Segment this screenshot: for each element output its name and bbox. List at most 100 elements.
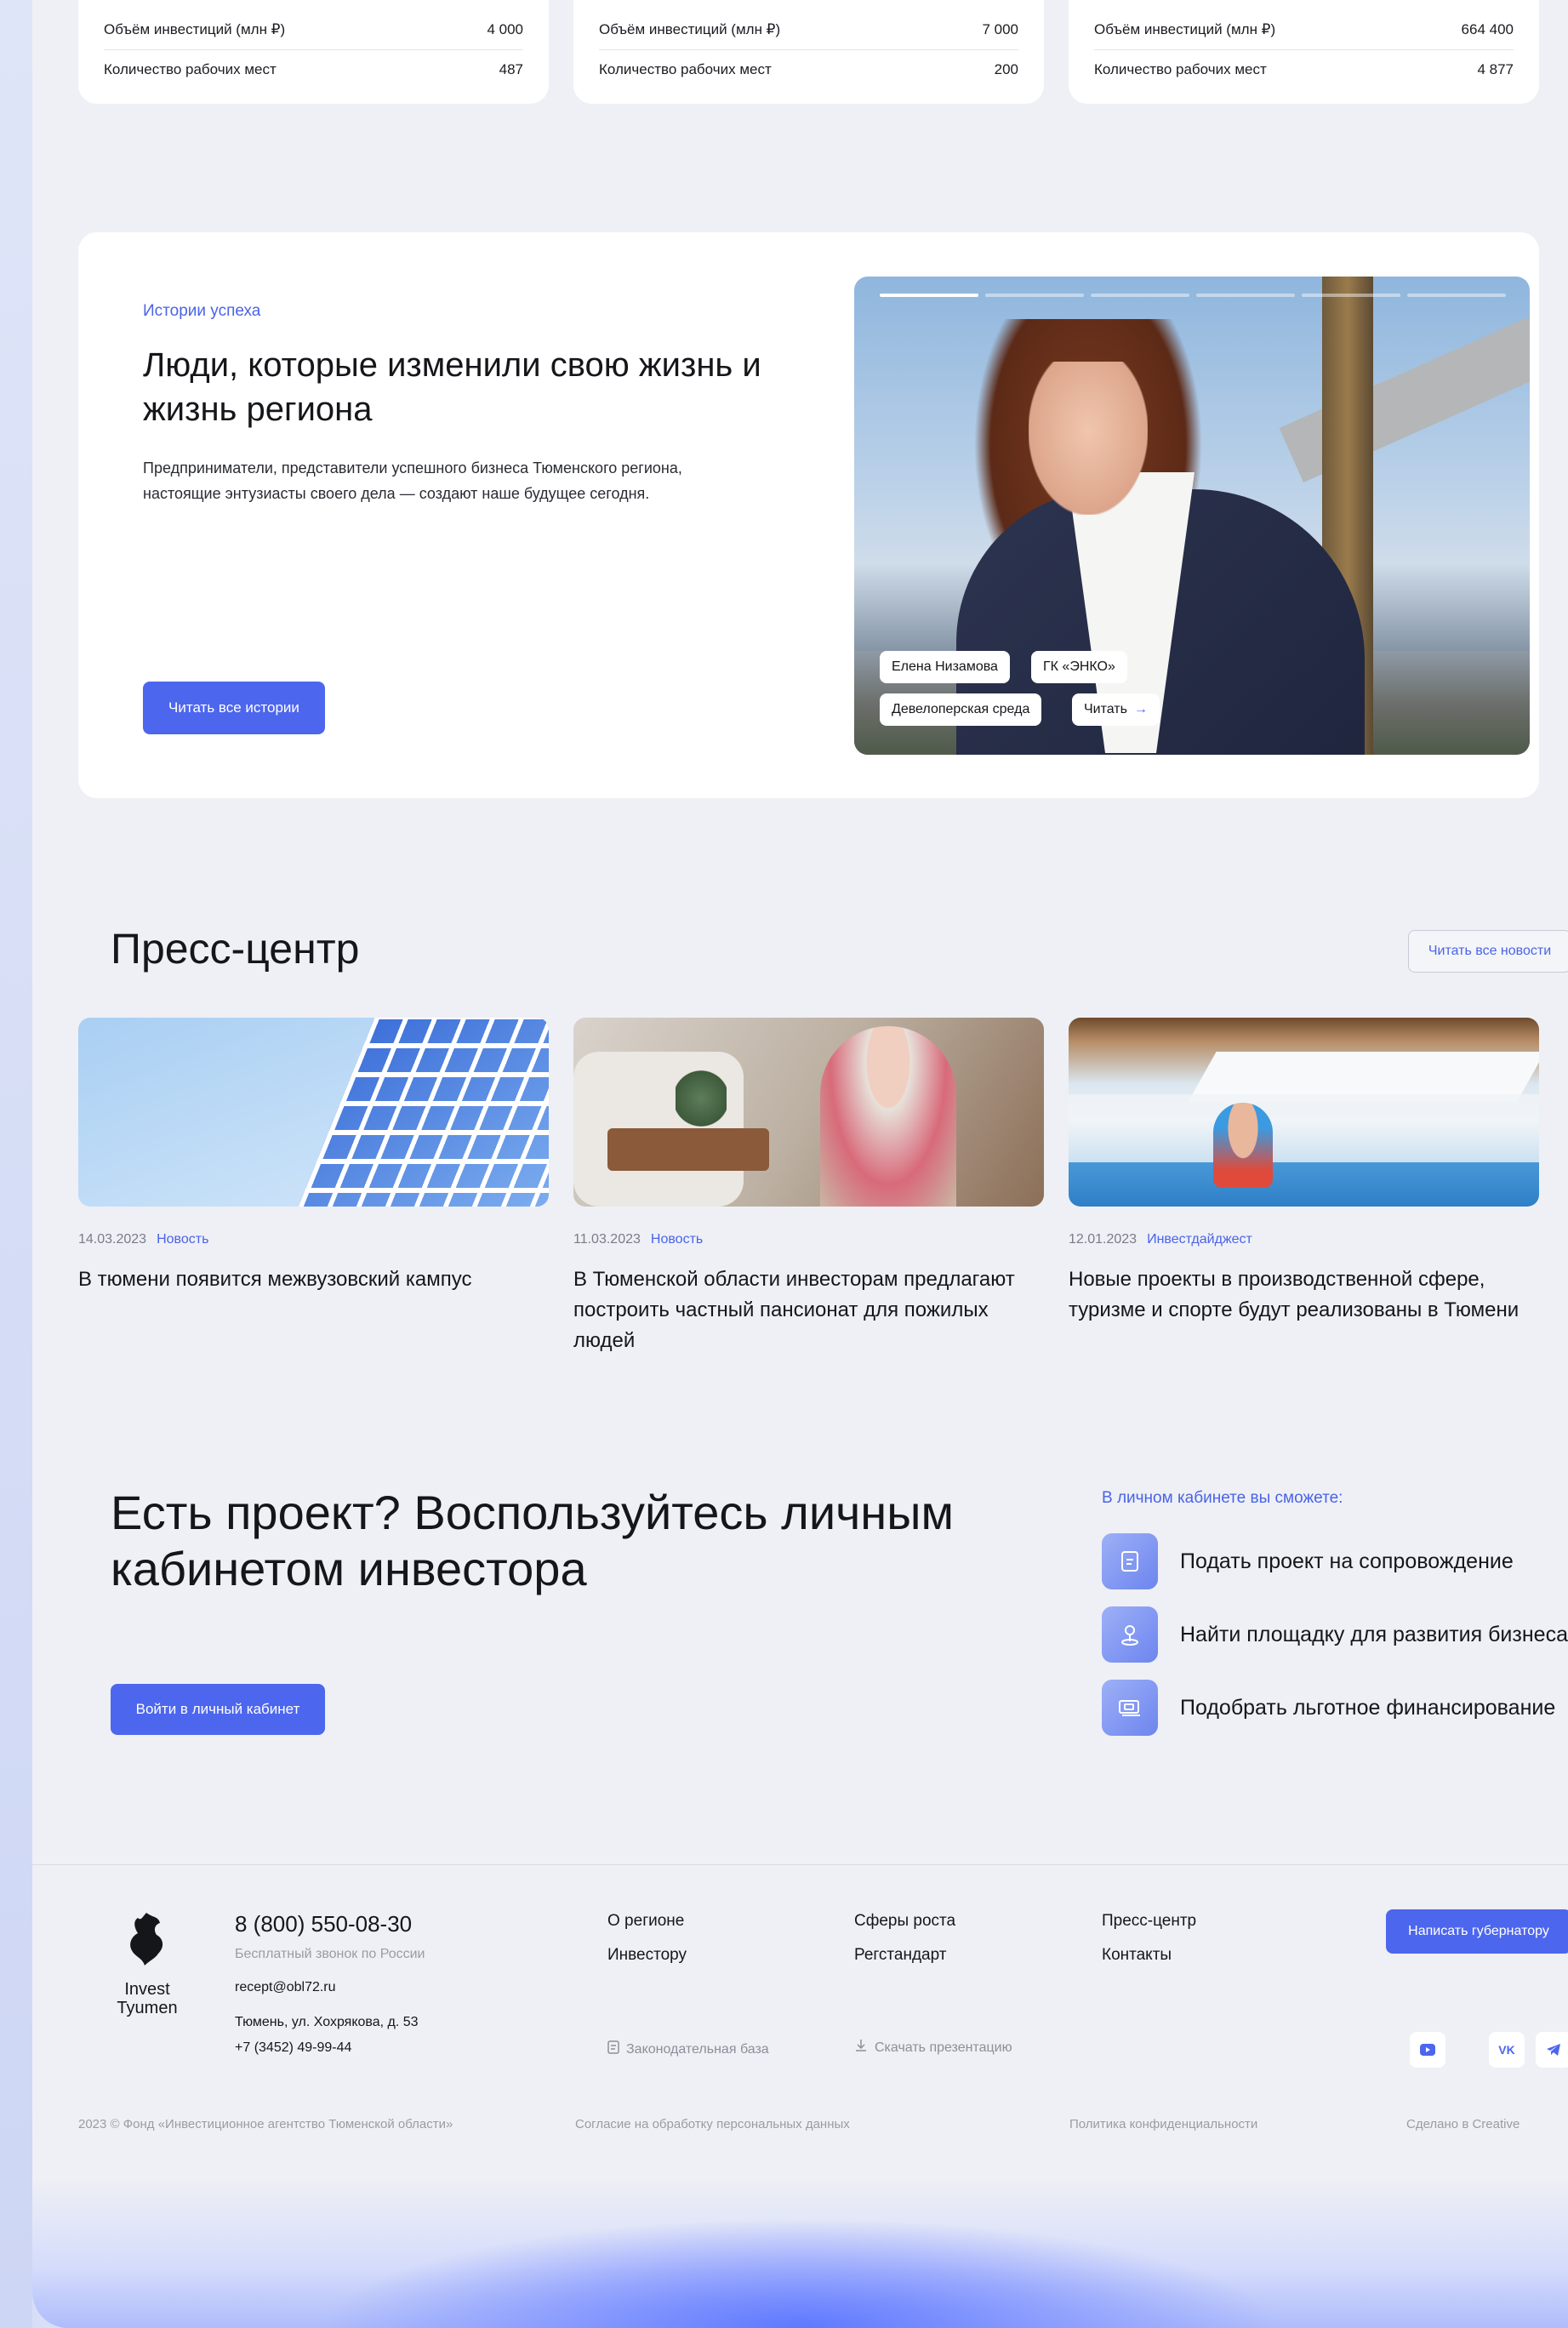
cabinet-feature: Найти площадку для развития бизнеса <box>1102 1606 1568 1663</box>
sector-tag: Девелоперская среда <box>880 693 1042 726</box>
project-stat-card: Объём инвестиций (млн ₽) 664 400 Количес… <box>1069 0 1539 104</box>
logo-line-1: Invest <box>124 1980 170 1999</box>
stat-value: 7 000 <box>982 21 1018 37</box>
news-card[interactable]: 11.03.2023 Новость В Тюменской области ин… <box>573 1018 1044 1356</box>
arrow-right-icon: → <box>1133 702 1148 716</box>
youtube-icon[interactable] <box>1410 2032 1445 2068</box>
document-icon <box>607 2040 619 2058</box>
person-name-tag: Елена Низамова <box>880 651 1010 683</box>
news-date: 11.03.2023 <box>573 1232 641 1247</box>
stat-label: Объём инвестиций (млн ₽) <box>1094 21 1276 37</box>
stat-row: Количество рабочих мест 200 <box>599 49 1018 88</box>
login-cabinet-button[interactable]: Войти в личный кабинет <box>111 1684 325 1735</box>
news-title[interactable]: В Тюменской области инвесторам предлагаю… <box>573 1264 1044 1356</box>
footer-nav-regstandard[interactable]: Регстандарт <box>854 1946 946 1965</box>
success-stories-section: Истории успеха Люди, которые изменили св… <box>78 232 1539 798</box>
location-pin-icon <box>1102 1606 1158 1663</box>
slide-progress-indicator[interactable] <box>1091 294 1189 297</box>
steam-shape <box>1069 1094 1539 1162</box>
page-frame: Объём инвестиций (млн ₽) 4 000 Количеств… <box>32 0 1568 2328</box>
stories-title: Люди, которые изменили свою жизнь и жизн… <box>143 346 761 428</box>
news-card[interactable]: 14.03.2023 Новость В тюмени появится межв… <box>78 1018 549 1295</box>
stat-label: Количество рабочих мест <box>104 60 277 77</box>
cabinet-feature-label: Подать проект на сопровождение <box>1180 1549 1514 1573</box>
press-center-title: Пресс-центр <box>111 925 360 973</box>
logo-line-2: Tyumen <box>117 1999 178 2017</box>
footer-nav-investor[interactable]: Инвестору <box>607 1946 687 1965</box>
made-by-link[interactable]: Сделано в Creative <box>1406 2117 1520 2131</box>
person-face <box>1029 362 1148 515</box>
document-icon <box>1102 1533 1158 1589</box>
download-icon <box>854 2039 868 2057</box>
news-image[interactable] <box>573 1018 1044 1207</box>
news-image[interactable] <box>1069 1018 1539 1207</box>
footer-nav-press-center[interactable]: Пресс-центр <box>1102 1912 1196 1931</box>
news-category[interactable]: Инвестдайджест <box>1147 1232 1252 1247</box>
write-governor-button[interactable]: Написать губернатору <box>1386 1909 1568 1954</box>
legal-base-label: Законодательная база <box>626 2041 769 2057</box>
read-all-news-button[interactable]: Читать все новости <box>1408 930 1568 973</box>
read-all-stories-button[interactable]: Читать все истории <box>143 682 325 734</box>
footer-divider <box>32 1864 1568 1865</box>
project-stat-card: Объём инвестиций (млн ₽) 7 000 Количеств… <box>573 0 1044 104</box>
phone-note: Бесплатный звонок по России <box>235 1947 425 1961</box>
email-link[interactable]: recept@obl72.ru <box>235 1980 336 1995</box>
download-label: Скачать презентацию <box>875 2040 1012 2055</box>
stat-label: Количество рабочих мест <box>1094 60 1267 77</box>
stat-row: Количество рабочих мест 487 <box>104 49 523 88</box>
news-category[interactable]: Новость <box>157 1232 208 1247</box>
slide-progress-indicator[interactable] <box>985 294 1084 297</box>
footer-nav-about-region[interactable]: О регионе <box>607 1912 684 1931</box>
address: Тюмень, ул. Хохрякова, д. 53 <box>235 2015 419 2029</box>
stat-row: Объём инвестиций (млн ₽) 664 400 <box>1094 10 1514 49</box>
stat-value: 487 <box>499 60 523 77</box>
slide-progress-indicator[interactable] <box>880 294 978 297</box>
personal-data-consent-link[interactable]: Согласие на обработку персональных данны… <box>575 2117 850 2131</box>
money-icon <box>1102 1680 1158 1736</box>
stat-label: Количество рабочих мест <box>599 60 772 77</box>
invest-tyumen-logo[interactable]: Invest Tyumen <box>111 1909 184 2017</box>
footer-nav-contacts[interactable]: Контакты <box>1102 1946 1172 1965</box>
stat-label: Объём инвестиций (млн ₽) <box>599 21 781 37</box>
table-shape <box>607 1128 769 1171</box>
hotline-phone[interactable]: 8 (800) 550-08-30 <box>235 1911 412 1937</box>
news-meta: 11.03.2023 Новость <box>573 1232 1044 1247</box>
office-phone[interactable]: +7 (3452) 49-99-44 <box>235 2040 351 2056</box>
footer-nav-growth-areas[interactable]: Сферы роста <box>854 1912 955 1931</box>
copyright: 2023 © Фонд «Инвестиционное агентство Тю… <box>78 2117 453 2131</box>
news-image[interactable] <box>78 1018 549 1207</box>
page-left-edge <box>0 0 32 2328</box>
news-title[interactable]: В тюмени появится межвузовский кампус <box>78 1264 549 1295</box>
read-story-button[interactable]: Читать → <box>1072 693 1160 726</box>
stat-label: Объём инвестиций (млн ₽) <box>104 21 286 37</box>
stat-value: 4 000 <box>487 21 523 37</box>
stat-value: 200 <box>994 60 1018 77</box>
stories-description: Предприниматели, представители успешного… <box>143 459 682 502</box>
news-title[interactable]: Новые проекты в производственной сфере, … <box>1069 1264 1539 1326</box>
building-shape <box>292 1018 549 1207</box>
cabinet-feature: Подобрать льготное финансирование <box>1102 1680 1555 1736</box>
vk-icon[interactable]: VK <box>1489 2032 1525 2068</box>
stat-row: Объём инвестиций (млн ₽) 7 000 <box>599 10 1018 49</box>
news-date: 14.03.2023 <box>78 1232 147 1247</box>
cabinet-eyebrow: В личном кабинете вы сможете: <box>1102 1489 1343 1507</box>
fox-logo-icon <box>130 1913 163 1966</box>
news-category[interactable]: Новость <box>651 1232 703 1247</box>
cabinet-feature-label: Найти площадку для развития бизнеса <box>1180 1622 1568 1646</box>
download-presentation-link[interactable]: Скачать презентацию <box>854 2039 1012 2057</box>
construction-beam <box>1279 317 1530 483</box>
slide-progress-indicator[interactable] <box>1302 294 1400 297</box>
privacy-policy-link[interactable]: Политика конфиденциальности <box>1069 2117 1257 2131</box>
person-shape <box>1213 1103 1273 1188</box>
slide-progress-indicator[interactable] <box>1196 294 1295 297</box>
news-date: 12.01.2023 <box>1069 1232 1138 1247</box>
news-meta: 12.01.2023 Инвестдайджест <box>1069 1232 1539 1247</box>
cabinet-feature: Подать проект на сопровождение <box>1102 1533 1514 1589</box>
project-stat-card: Объём инвестиций (млн ₽) 4 000 Количеств… <box>78 0 549 104</box>
company-tag: ГК «ЭНКО» <box>1031 651 1127 683</box>
telegram-icon[interactable] <box>1536 2032 1568 2068</box>
plant-shape <box>676 1069 727 1128</box>
news-card[interactable]: 12.01.2023 Инвестдайджест Новые проекты в… <box>1069 1018 1539 1326</box>
slide-progress-indicator[interactable] <box>1407 294 1506 297</box>
legal-base-link[interactable]: Законодательная база <box>607 2040 769 2058</box>
